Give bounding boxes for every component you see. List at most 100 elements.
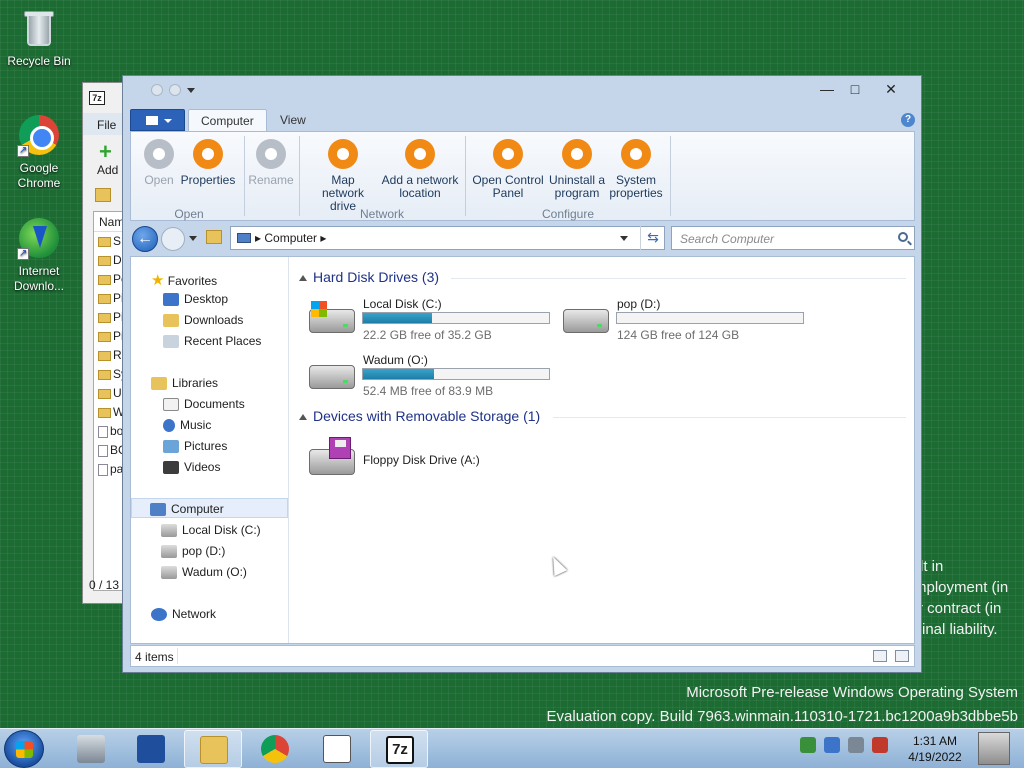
security-tray-icon[interactable]: [800, 737, 816, 753]
status-bar: 4 items: [130, 645, 915, 667]
nav-favorites[interactable]: ★ Favorites: [151, 271, 217, 289]
nav-computer[interactable]: Computer: [131, 498, 288, 518]
drive-free-space: 22.2 GB free of 35.2 GB: [363, 328, 492, 342]
large-icons-view-button[interactable]: [895, 650, 909, 662]
nav-label: Local Disk (C:): [182, 523, 261, 537]
update-tray-icon[interactable]: [824, 737, 840, 753]
nav-network[interactable]: Network: [151, 607, 216, 622]
volume-muted-icon[interactable]: [872, 737, 888, 753]
desktop-icon-internet-download-manager[interactable]: Internet Downlo...: [1, 216, 77, 294]
taskbar-app-window[interactable]: [308, 730, 366, 768]
network-tray-icon[interactable]: [848, 737, 864, 753]
file-icon: [98, 425, 108, 438]
drive-wadum-o[interactable]: Wadum (O:) 52.4 MB free of 83.9 MB: [309, 353, 559, 398]
nav-music[interactable]: Music: [163, 418, 211, 433]
drive-local-disk-c[interactable]: Local Disk (C:) 22.2 GB free of 35.2 GB: [309, 297, 559, 342]
system-properties-button[interactable]: System properties: [605, 139, 667, 200]
add-button[interactable]: + Add: [97, 141, 118, 178]
qat-customize-icon[interactable]: [187, 87, 195, 93]
uninstall-program-button[interactable]: Uninstall a program: [545, 139, 609, 200]
nav-desktop[interactable]: Desktop: [163, 292, 228, 307]
nav-libraries[interactable]: Libraries: [151, 376, 218, 391]
maximize-button[interactable]: □: [841, 80, 869, 98]
drive-pop-d[interactable]: pop (D:) 124 GB free of 124 GB: [563, 297, 813, 342]
legal-text-line: r contract (in: [918, 600, 1002, 617]
group-divider: [553, 417, 906, 418]
folder-up-icon[interactable]: [95, 188, 111, 202]
application-menu-button[interactable]: [130, 109, 185, 131]
rename-icon: [256, 139, 286, 169]
add-network-location-icon: [405, 139, 435, 169]
search-placeholder[interactable]: Search Computer: [680, 232, 774, 246]
explorer-window[interactable]: — □ ✕ Computer View ? Open Properties Op…: [122, 75, 922, 673]
breadcrumb[interactable]: ▸ Computer ▸: [255, 231, 326, 245]
forward-button[interactable]: [161, 227, 185, 251]
properties-button[interactable]: Properties: [177, 139, 239, 187]
desktop-icon-google-chrome[interactable]: Google Chrome: [1, 113, 77, 191]
list-item-label: U: [113, 386, 122, 400]
minimize-button[interactable]: —: [813, 80, 841, 98]
up-folder-icon[interactable]: [206, 230, 222, 244]
desktop-icon-recycle-bin[interactable]: Recycle Bin: [1, 6, 77, 69]
nav-recent-places[interactable]: Recent Places: [163, 334, 261, 349]
open-control-panel-button[interactable]: Open Control Panel: [469, 139, 547, 200]
group-header-removable-storage[interactable]: Devices with Removable Storage (1): [299, 408, 540, 424]
nav-label: Pictures: [184, 439, 228, 453]
desktop-icon-label: Google Chrome: [17, 161, 61, 190]
watermark-line-2: Evaluation copy. Build 7963.winmain.1103…: [546, 708, 1018, 725]
title-bar[interactable]: — □ ✕: [123, 76, 921, 106]
details-view-button[interactable]: [873, 650, 887, 662]
nav-pictures[interactable]: Pictures: [163, 439, 228, 454]
uninstall-program-icon: [562, 139, 592, 169]
show-desktop-button[interactable]: [978, 732, 1010, 765]
map-network-drive-icon: [328, 139, 358, 169]
nav-videos[interactable]: Videos: [163, 460, 220, 475]
tab-computer[interactable]: Computer: [188, 109, 267, 131]
qat-newfolder-icon[interactable]: [169, 84, 181, 96]
refresh-button[interactable]: ⇆: [640, 226, 665, 250]
item-count: 4 items: [135, 650, 174, 664]
group-title: Hard Disk Drives (3): [313, 269, 440, 285]
collapse-icon[interactable]: [299, 275, 307, 282]
search-box[interactable]: Search Computer: [671, 226, 915, 250]
menu-file[interactable]: File: [83, 113, 125, 135]
navigation-pane[interactable]: ★ Favorites Desktop Downloads Recent Pla…: [131, 257, 289, 643]
breadcrumb-computer[interactable]: Computer: [264, 231, 317, 245]
help-icon[interactable]: ?: [901, 113, 915, 127]
open-control-panel-label: Open Control Panel: [472, 173, 544, 200]
add-network-location-button[interactable]: Add a network location: [380, 139, 460, 200]
recent-pages-dropdown-icon[interactable]: [189, 236, 197, 241]
tab-view[interactable]: View: [268, 109, 318, 131]
back-button[interactable]: ←: [132, 226, 158, 252]
taskbar-powershell[interactable]: [122, 730, 180, 768]
map-network-drive-button[interactable]: Map network drive: [303, 139, 383, 213]
rename-button[interactable]: Rename: [245, 139, 297, 187]
nav-local-disk-c[interactable]: Local Disk (C:): [161, 523, 261, 538]
quick-access-toolbar[interactable]: [151, 84, 195, 96]
taskbar-explorer[interactable]: [184, 730, 242, 768]
seven-zip-window[interactable]: 7z File + Add Nam SFDPePiPiPiReSyUWboBCp…: [82, 82, 126, 604]
search-icon[interactable]: [898, 232, 908, 242]
taskbar-seven-zip[interactable]: 7z: [370, 730, 428, 768]
start-button[interactable]: [4, 730, 44, 768]
qat-properties-icon[interactable]: [151, 84, 163, 96]
address-dropdown-icon[interactable]: [620, 236, 628, 241]
file-pane[interactable]: Hard Disk Drives (3) Local Disk (C:) 22.…: [291, 257, 914, 643]
pictures-icon: [163, 440, 179, 454]
group-header-hard-disk-drives[interactable]: Hard Disk Drives (3): [299, 269, 439, 285]
nav-downloads[interactable]: Downloads: [163, 313, 243, 328]
nav-documents[interactable]: Documents: [163, 397, 245, 412]
legal-text-line: mployment (in: [914, 579, 1009, 596]
drive-floppy-a[interactable]: Floppy Disk Drive (A:): [309, 437, 559, 481]
address-bar[interactable]: ▸ Computer ▸: [230, 226, 665, 250]
taskbar-server-manager[interactable]: [62, 730, 120, 768]
nav-pop-d[interactable]: pop (D:): [161, 544, 225, 559]
taskbar-chrome[interactable]: [246, 730, 304, 768]
recent-places-icon: [163, 335, 179, 349]
close-button[interactable]: ✕: [877, 80, 905, 98]
nav-wadum-o[interactable]: Wadum (O:): [161, 565, 247, 580]
open-button[interactable]: Open: [139, 139, 179, 187]
collapse-icon[interactable]: [299, 414, 307, 421]
clock[interactable]: 1:31 AM 4/19/2022: [900, 733, 970, 765]
downloads-icon: [163, 314, 179, 328]
